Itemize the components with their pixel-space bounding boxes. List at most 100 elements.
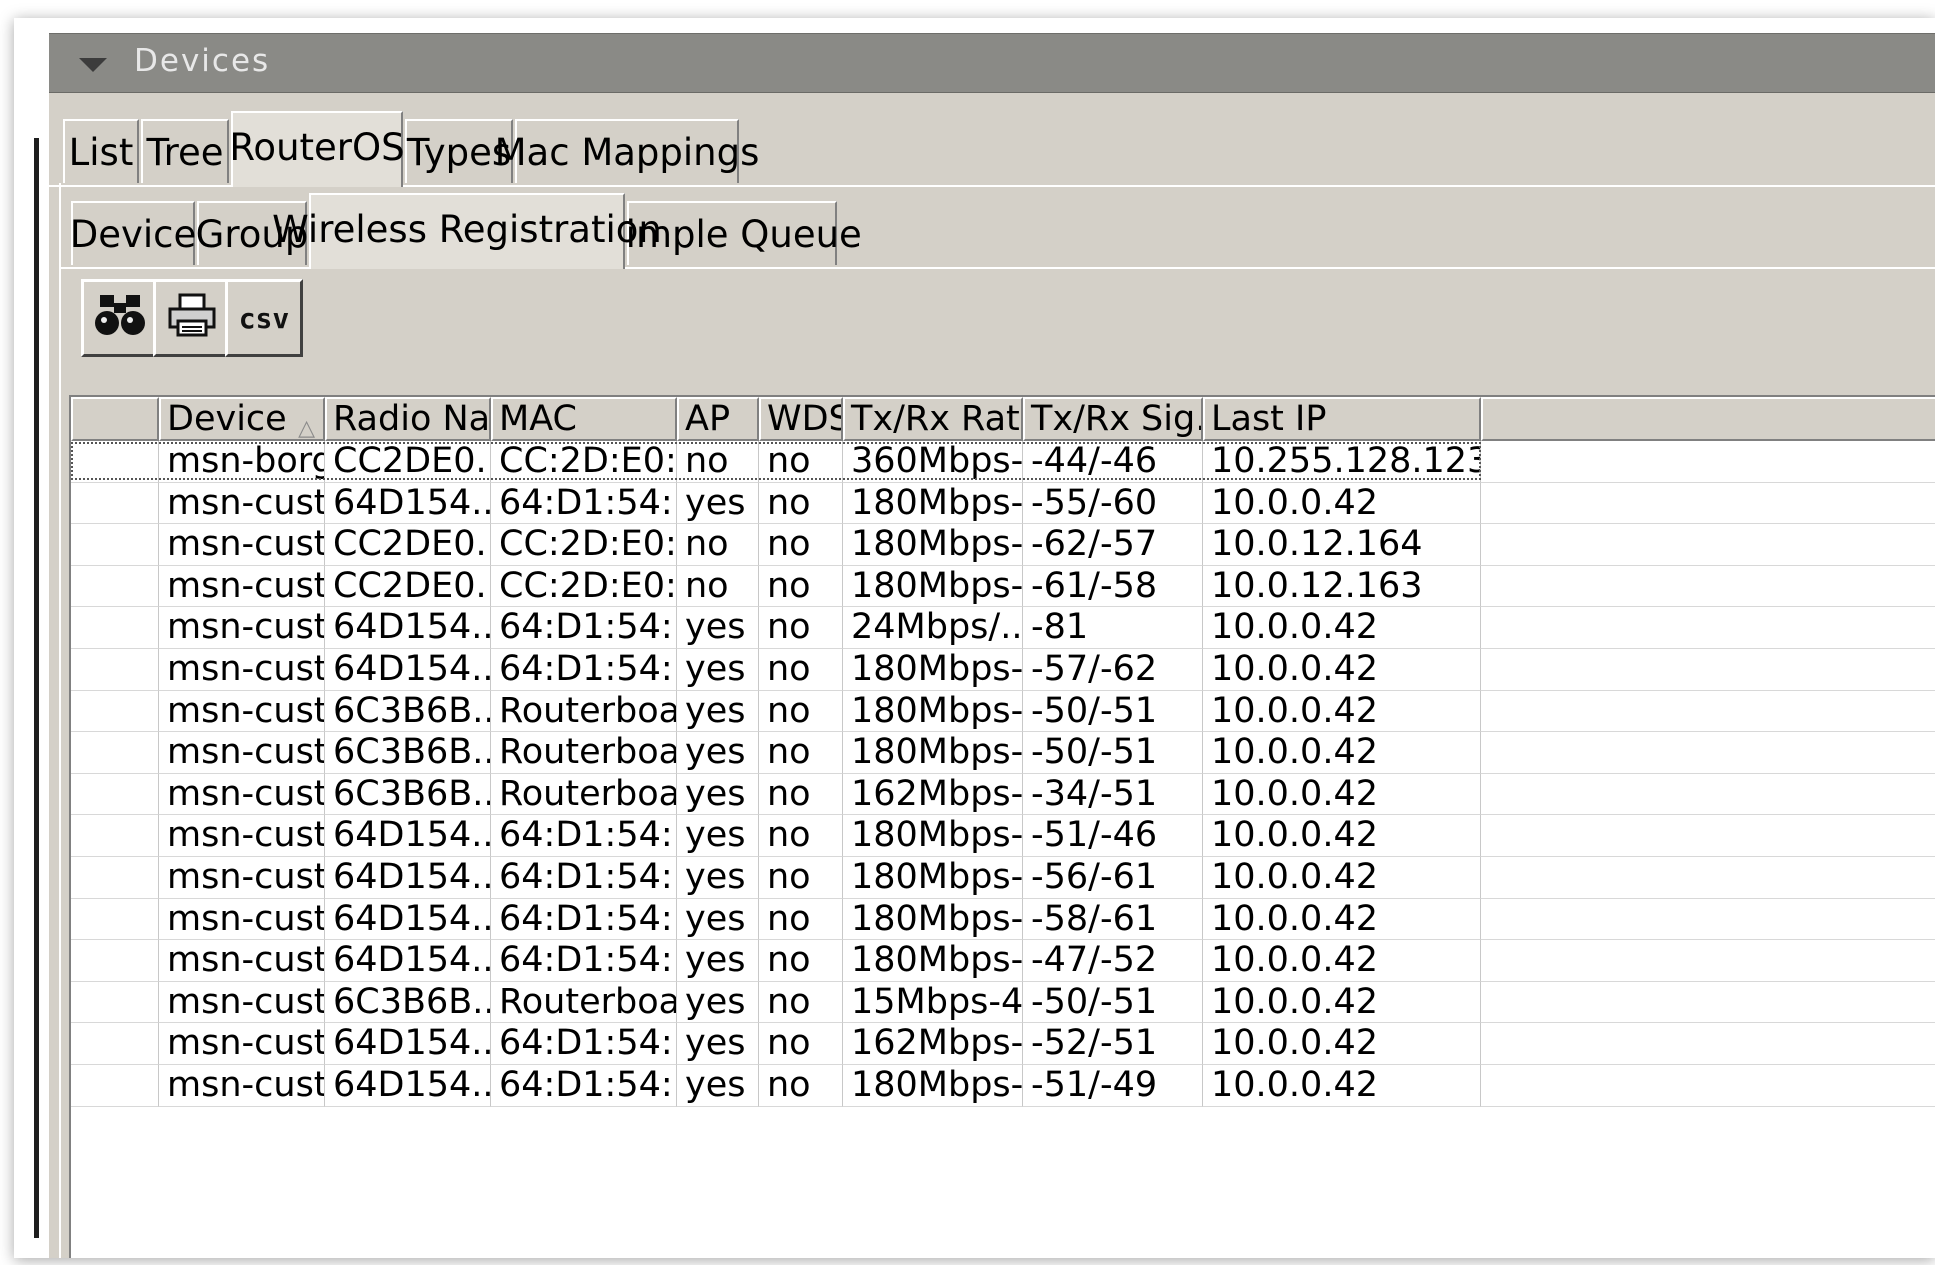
tab-list[interactable]: List [63, 119, 139, 183]
tab-routeros[interactable]: RouterOS [229, 111, 405, 187]
find-button[interactable] [81, 279, 159, 357]
tab-mac-mappings[interactable]: Mac Mappings [495, 119, 759, 183]
csv-export-button[interactable]: csv [225, 279, 303, 357]
column-header-tx-rx-signal[interactable]: Tx/Rx Sig... [1023, 397, 1203, 441]
cell-mac: Routerboa... [491, 690, 677, 733]
cell-ap: yes [677, 732, 759, 774]
cell-device: msn-cust... [159, 690, 325, 733]
cell-wds: no [759, 940, 843, 982]
column-header-last-ip[interactable]: Last IP [1203, 397, 1481, 441]
cell-mac: Routerboa... [491, 732, 677, 774]
cell-selector [71, 482, 159, 525]
table-row[interactable]: msn-borg...CC2DE0...CC:2D:E0:...nono360M… [71, 441, 1935, 483]
cell-ap: no [677, 441, 759, 483]
cell-radio-name: 6C3B6B... [325, 773, 491, 816]
printer-icon [166, 293, 218, 343]
cell-selector [71, 441, 159, 483]
cell-mac: 64:D1:54:... [491, 940, 677, 982]
cell-last-ip: 10.0.0.42 [1203, 732, 1481, 774]
cell-radio-name: 64D154... [325, 857, 491, 899]
cell-tx-rx-signal: -81 [1023, 607, 1203, 649]
cell-last-ip: 10.0.0.42 [1203, 815, 1481, 857]
table-row[interactable]: msn-cust...64D154...64:D1:54:...yesno180… [71, 940, 1935, 982]
cell-mac: CC:2D:E0:... [491, 524, 677, 566]
routeros-tab-panel: Device Group Wireless Registration Simpl… [59, 183, 1935, 1258]
column-header-label: Radio Na... [333, 399, 491, 439]
cell-filler [1481, 857, 1935, 899]
cell-ap: no [677, 524, 759, 566]
cell-radio-name: 6C3B6B... [325, 690, 491, 733]
cell-tx-rx-signal: -51/-46 [1023, 815, 1203, 857]
cell-radio-name: 64D154... [325, 1065, 491, 1107]
cell-device: msn-cust... [159, 649, 325, 691]
table-row[interactable]: msn-cust...64D154...64:D1:54:...yesno180… [71, 482, 1935, 525]
cell-device: msn-cust... [159, 732, 325, 774]
column-header-tx-rx-rate[interactable]: Tx/Rx Rate [843, 397, 1023, 441]
cell-wds: no [759, 565, 843, 608]
cell-device: msn-cust... [159, 565, 325, 608]
triangle-down-icon[interactable] [79, 58, 107, 72]
cell-device: msn-cust... [159, 482, 325, 525]
column-header-device[interactable]: Device △ [159, 397, 325, 441]
cell-device: msn-cust... [159, 857, 325, 899]
column-header-filler[interactable] [1481, 397, 1935, 441]
cell-wds: no [759, 981, 843, 1024]
cell-selector [71, 690, 159, 733]
cell-radio-name: CC2DE0... [325, 441, 491, 483]
cell-radio-name: 64D154... [325, 649, 491, 691]
table-row[interactable]: msn-cust...64D154...64:D1:54:...yesno180… [71, 898, 1935, 941]
table-row[interactable]: msn-cust...6C3B6B...Routerboa...yesno180… [71, 732, 1935, 774]
cell-ap: yes [677, 649, 759, 691]
column-header-label: Tx/Rx Rate [851, 399, 1023, 439]
table-row[interactable]: msn-cust...64D154...64:D1:54:...yesno180… [71, 857, 1935, 899]
cell-tx-rx-rate: 180Mbps-... [843, 898, 1023, 941]
table-row[interactable]: msn-cust...64D154...64:D1:54:...yesno162… [71, 1023, 1935, 1065]
cell-selector [71, 524, 159, 566]
sub-tab-strip: Device Group Wireless Registration Simpl… [61, 193, 1935, 269]
panel-titlebar[interactable]: Devices [49, 33, 1935, 93]
table-row[interactable]: msn-cust...CC2DE0...CC:2D:E0:...nono180M… [71, 524, 1935, 566]
cell-ap: yes [677, 773, 759, 816]
table-row[interactable]: msn-cust...64D154...64:D1:54:...yesno180… [71, 649, 1935, 691]
table-row[interactable]: msn-cust...CC2DE0...CC:2D:E0:...nono180M… [71, 565, 1935, 608]
table-row[interactable]: msn-cust...6C3B6B...Routerboa...yesno15M… [71, 981, 1935, 1024]
column-header-selector[interactable] [71, 397, 159, 441]
cell-radio-name: 64D154... [325, 482, 491, 525]
table-row[interactable]: msn-cust...64D154...64:D1:54:...yesno180… [71, 815, 1935, 857]
table-row[interactable]: msn-cust...64D154...64:D1:54:...yesno24M… [71, 607, 1935, 649]
cell-tx-rx-rate: 180Mbps-... [843, 940, 1023, 982]
table-row[interactable]: msn-cust...6C3B6B...Routerboa...yesno180… [71, 690, 1935, 733]
tab-tree[interactable]: Tree [141, 119, 229, 183]
table-row[interactable]: msn-cust...6C3B6B...Routerboa...yesno162… [71, 773, 1935, 816]
window-frame: Devices List Tree RouterOS Types Mac Map… [14, 18, 1935, 1258]
cell-tx-rx-signal: -44/-46 [1023, 441, 1203, 483]
cell-radio-name: CC2DE0... [325, 565, 491, 608]
cell-wds: no [759, 690, 843, 733]
cell-tx-rx-rate: 180Mbps-... [843, 524, 1023, 566]
cell-selector [71, 607, 159, 649]
column-header-wds[interactable]: WDS [759, 397, 843, 441]
cell-ap: yes [677, 898, 759, 941]
cell-tx-rx-signal: -52/-51 [1023, 1023, 1203, 1065]
cell-filler [1481, 982, 1935, 1024]
tab-wireless-registration[interactable]: Wireless Registration [272, 193, 662, 269]
column-header-radio-name[interactable]: Radio Na... [325, 397, 491, 441]
cell-radio-name: 64D154... [325, 1023, 491, 1065]
cell-mac: Routerboa... [491, 773, 677, 816]
cell-tx-rx-rate: 180Mbps-... [843, 1065, 1023, 1107]
table-row[interactable]: msn-cust...64D154...64:D1:54:...yesno180… [71, 1065, 1935, 1107]
panel-title: Devices [134, 43, 271, 79]
column-header-ap[interactable]: AP [677, 397, 759, 441]
cell-wds: no [759, 524, 843, 566]
tab-device[interactable]: Device [70, 201, 196, 265]
cell-mac: 64:D1:54:... [491, 898, 677, 941]
cell-tx-rx-rate: 24Mbps/... [843, 607, 1023, 649]
cell-tx-rx-signal: -50/-51 [1023, 690, 1203, 733]
cell-mac: 64:D1:54:... [491, 649, 677, 691]
registration-table[interactable]: Device △ Radio Na...MAC AP WDSTx/Rx RateTx/R… [69, 395, 1935, 1258]
cell-selector [71, 898, 159, 941]
cell-filler [1481, 1023, 1935, 1065]
column-header-mac[interactable]: MAC [491, 397, 677, 441]
print-button[interactable] [153, 279, 231, 357]
column-header-label: AP [685, 399, 731, 439]
